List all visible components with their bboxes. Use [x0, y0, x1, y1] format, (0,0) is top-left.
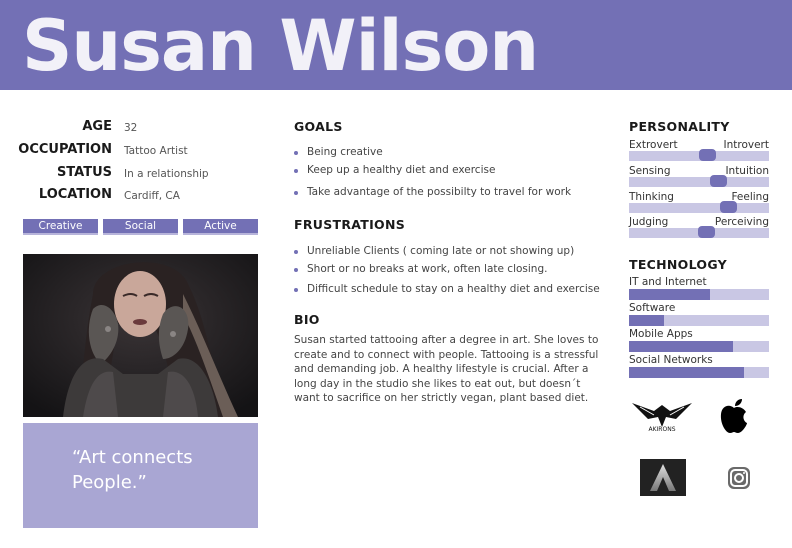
info-status: STATUS In a relationship: [0, 164, 260, 184]
trait-knob: [698, 226, 715, 238]
tech-label: Mobile Apps: [629, 328, 693, 340]
goal-item: Being creative: [294, 145, 383, 159]
tag-social: Social: [103, 219, 178, 235]
artstation-logo-icon: [640, 459, 686, 496]
frustration-text: Unreliable Clients ( coming late or not …: [307, 245, 575, 257]
frustrations-title: FRUSTRATIONS: [294, 217, 406, 232]
goal-text: Being creative: [307, 146, 383, 158]
akirons-logo-icon: AKIRONS: [630, 397, 694, 433]
bullet-dot-icon: [294, 250, 298, 254]
frustration-text: Short or no breaks at work, often late c…: [307, 263, 548, 275]
goal-text: Keep up a healthy diet and exercise: [307, 164, 496, 176]
frustration-item: Short or no breaks at work, often late c…: [294, 262, 547, 276]
bullet-dot-icon: [294, 151, 298, 155]
quote-box: “Art connects People.”: [23, 423, 258, 528]
trait-track: [629, 203, 769, 213]
personality-slider-thinking: Thinking Feeling: [629, 191, 769, 215]
tag-creative: Creative: [23, 219, 98, 235]
trait-knob: [720, 201, 737, 213]
tag-active: Active: [183, 219, 258, 235]
goal-item: Keep up a healthy diet and exercise: [294, 163, 495, 177]
header-banner: Susan Wilson: [0, 0, 792, 90]
tech-track: [629, 289, 769, 300]
tech-fill: [629, 341, 733, 352]
tech-social-networks: Social Networks: [629, 354, 769, 380]
bullet-dot-icon: [294, 268, 298, 272]
goal-text: Take advantage of the possibilty to trav…: [307, 186, 572, 198]
info-label: LOCATION: [38, 187, 112, 202]
info-value: Cardiff, CA: [124, 190, 180, 202]
trait-knob: [699, 149, 716, 161]
tech-it-internet: IT and Internet: [629, 276, 769, 302]
tech-label: IT and Internet: [629, 276, 707, 288]
info-location: LOCATION Cardiff, CA: [0, 186, 260, 206]
tech-track: [629, 341, 769, 352]
info-value: 32: [124, 122, 138, 134]
goal-item: Take advantage of the possibilty to trav…: [294, 185, 571, 199]
info-value: Tattoo Artist: [124, 145, 188, 157]
info-age: AGE 32: [0, 118, 260, 138]
persona-name: Susan Wilson: [22, 5, 539, 87]
frustration-item: Unreliable Clients ( coming late or not …: [294, 244, 574, 258]
tech-software: Software: [629, 302, 769, 328]
frustration-item: Difficult schedule to stay on a healthy …: [294, 282, 600, 296]
instagram-logo-icon: [726, 465, 752, 491]
apple-logo-icon: [716, 396, 752, 436]
tech-track: [629, 315, 769, 326]
bullet-dot-icon: [294, 169, 298, 173]
bullet-dot-icon: [294, 288, 298, 292]
trait-track: [629, 177, 769, 187]
bullet-dot-icon: [294, 191, 298, 195]
trait-tags: Creative Social Active: [23, 219, 259, 235]
tech-track: [629, 367, 769, 378]
tech-mobile-apps: Mobile Apps: [629, 328, 769, 354]
goals-title: GOALS: [294, 119, 343, 134]
quote-text: “Art connects People.”: [72, 447, 193, 493]
info-value: In a relationship: [124, 168, 209, 180]
tech-fill: [629, 367, 744, 378]
personality-slider-judging: Judging Perceiving: [629, 216, 769, 240]
info-label: AGE: [82, 119, 112, 134]
persona-photo: [23, 254, 258, 417]
tech-label: Software: [629, 302, 676, 314]
technology-title: TECHNOLOGY: [629, 257, 727, 272]
akirons-logo-text: AKIRONS: [649, 426, 676, 433]
tech-fill: [629, 289, 710, 300]
frustration-text: Difficult schedule to stay on a healthy …: [307, 283, 600, 295]
bio-text: Susan started tattooing after a degree i…: [294, 334, 599, 405]
info-occupation: OCCUPATION Tattoo Artist: [0, 141, 260, 161]
tech-label: Social Networks: [629, 354, 713, 366]
info-label: STATUS: [56, 165, 112, 180]
personality-slider-extrovert: Extrovert Introvert: [629, 139, 769, 163]
info-label: OCCUPATION: [18, 142, 112, 157]
personality-slider-sensing: Sensing Intuition: [629, 165, 769, 189]
tech-fill: [629, 315, 664, 326]
trait-knob: [710, 175, 727, 187]
bio-title: BIO: [294, 312, 320, 327]
personality-title: PERSONALITY: [629, 119, 730, 134]
